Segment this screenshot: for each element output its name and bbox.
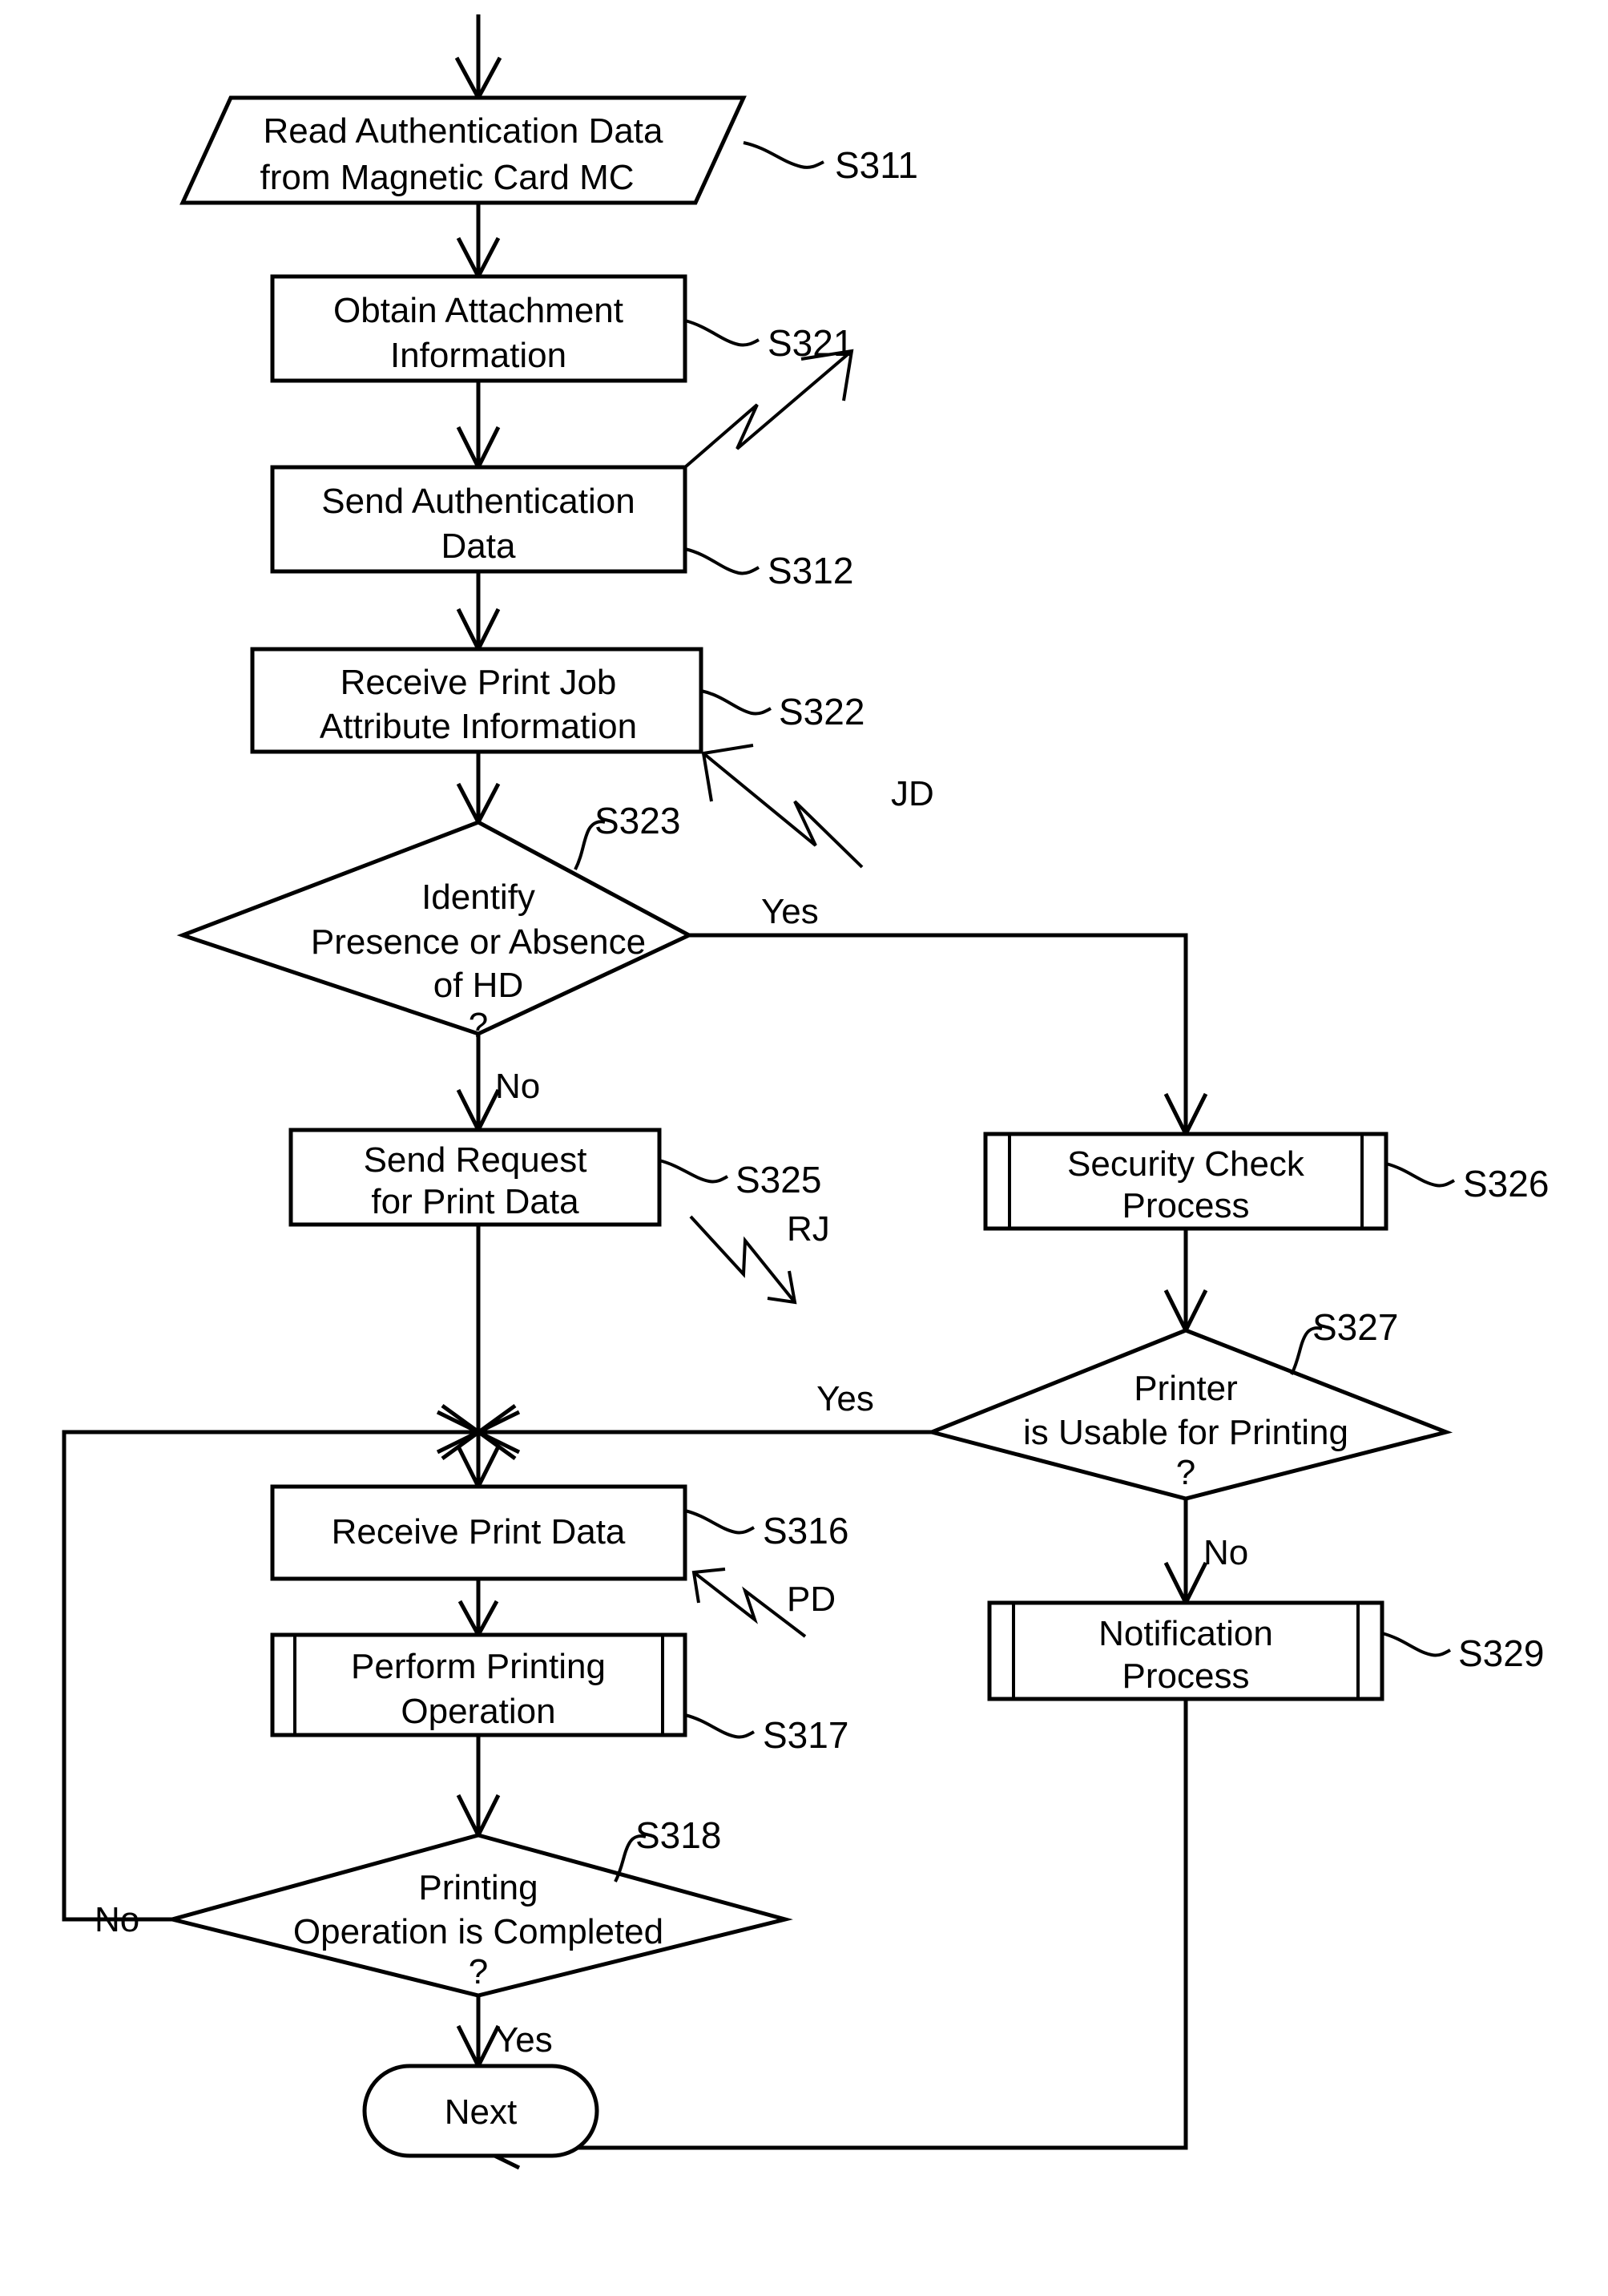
edge-s325-s316 bbox=[456, 1225, 501, 1491]
node-next-label: Next bbox=[445, 2092, 517, 2132]
step-ref-s325-label: S325 bbox=[735, 1159, 821, 1200]
step-ref-s323-label: S323 bbox=[594, 800, 680, 841]
node-s329-line-0: Notification bbox=[1098, 1614, 1273, 1653]
edge-s317-s318 bbox=[456, 1735, 501, 1840]
step-ref-s316: S316 bbox=[684, 1509, 848, 1552]
branch-label-s318-no: No bbox=[95, 1900, 139, 1939]
node-s316-line-0: Receive Print Data bbox=[332, 1512, 626, 1552]
step-ref-s329: S329 bbox=[1381, 1632, 1544, 1674]
branch-label-s327-yes: Yes bbox=[816, 1379, 874, 1418]
node-s329[interactable]: Notification Process bbox=[987, 1600, 1384, 1701]
node-s327-line-0: Printer bbox=[1134, 1369, 1238, 1408]
edge-s318-yes-next bbox=[456, 1995, 501, 2071]
node-s326[interactable]: Security Check Process bbox=[983, 1132, 1388, 1231]
node-s325-line-1: for Print Data bbox=[371, 1182, 579, 1221]
node-s321[interactable]: Obtain Attachment Information bbox=[270, 274, 687, 383]
edge-s327-no-s329 bbox=[1163, 1499, 1208, 1608]
edge-s316-s317 bbox=[457, 1579, 499, 1640]
step-ref-s322-label: S322 bbox=[779, 691, 864, 732]
node-s322[interactable]: Receive Print Job Attribute Information bbox=[250, 647, 703, 754]
node-s312-line-1: Data bbox=[441, 527, 516, 566]
flowchart-svg: Read Authentication Data from Magnetic C… bbox=[62, 14, 1549, 2170]
branch-label-s323-no: No bbox=[495, 1067, 540, 1106]
step-ref-s327-label: S327 bbox=[1312, 1306, 1398, 1348]
node-s312[interactable]: Send Authentication Data bbox=[270, 465, 687, 574]
bolt-arrow-jd: JD bbox=[701, 744, 934, 869]
branch-label-s327-no: No bbox=[1203, 1533, 1248, 1572]
edge-s312-s322 bbox=[456, 571, 501, 654]
edge-s322-s323 bbox=[456, 752, 501, 827]
step-ref-s316-label: S316 bbox=[763, 1510, 848, 1552]
node-s323-line-1: Presence or Absence bbox=[311, 922, 646, 962]
step-ref-s329-label: S329 bbox=[1458, 1632, 1544, 1674]
node-s322-line-1: Attribute Information bbox=[320, 707, 637, 746]
node-s317[interactable]: Perform Printing Operation bbox=[270, 1632, 687, 1737]
step-ref-s318: S318 bbox=[614, 1814, 721, 1882]
edge-s323-yes-s326 bbox=[689, 933, 1208, 1139]
step-ref-s327: S327 bbox=[1290, 1306, 1398, 1375]
node-s312-line-0: Send Authentication bbox=[321, 482, 635, 521]
flowchart-canvas: Read Authentication Data from Magnetic C… bbox=[0, 0, 1608, 2296]
step-ref-s317-label: S317 bbox=[763, 1714, 848, 1756]
bolt-arrow-pd: PD bbox=[691, 1568, 836, 1638]
step-ref-s322: S322 bbox=[700, 689, 864, 732]
node-s327[interactable]: Printer is Usable for Printing ? bbox=[925, 1328, 1453, 1501]
data-label-jd: JD bbox=[891, 774, 934, 813]
step-ref-s311-label: S311 bbox=[835, 144, 918, 186]
node-s317-line-1: Operation bbox=[401, 1692, 555, 1731]
node-s322-line-0: Receive Print Job bbox=[341, 663, 617, 702]
node-s325[interactable]: Send Request for Print Data bbox=[288, 1128, 662, 1227]
node-s326-line-1: Process bbox=[1122, 1186, 1250, 1225]
node-next-terminator[interactable]: Next bbox=[362, 2064, 599, 2158]
node-s323[interactable]: Identify Presence or Absence of HD ? bbox=[176, 820, 694, 1045]
node-s318-line-2: ? bbox=[469, 1952, 488, 1991]
step-ref-s312-label: S312 bbox=[768, 550, 853, 591]
step-ref-s323: S323 bbox=[574, 800, 680, 870]
node-s317-line-0: Perform Printing bbox=[351, 1647, 606, 1686]
node-s318-line-0: Printing bbox=[418, 1868, 538, 1907]
node-s318[interactable]: Printing Operation is Completed ? bbox=[164, 1833, 793, 1998]
data-label-pd: PD bbox=[787, 1580, 836, 1619]
step-ref-s326: S326 bbox=[1385, 1162, 1549, 1204]
bolt-arrow-s321 bbox=[683, 349, 854, 469]
node-s311-line-0: Read Authentication Data bbox=[263, 111, 663, 151]
node-s323-line-2: of HD bbox=[433, 966, 523, 1005]
node-s311-line-1: from Magnetic Card MC bbox=[260, 158, 634, 197]
node-s326-line-0: Security Check bbox=[1067, 1144, 1305, 1184]
step-ref-s312: S312 bbox=[684, 547, 853, 591]
node-s327-line-1: is Usable for Printing bbox=[1023, 1413, 1348, 1452]
entry-arrow bbox=[454, 14, 502, 103]
node-s311[interactable]: Read Authentication Data from Magnetic C… bbox=[179, 95, 747, 205]
node-s329-line-1: Process bbox=[1122, 1656, 1250, 1696]
edge-s326-s327 bbox=[1163, 1229, 1208, 1335]
node-s323-line-0: Identify bbox=[421, 878, 535, 917]
data-label-rj: RJ bbox=[787, 1209, 830, 1249]
step-ref-s326-label: S326 bbox=[1463, 1163, 1549, 1204]
step-ref-s318-label: S318 bbox=[635, 1814, 721, 1856]
edge-s323-no-s325 bbox=[456, 1034, 501, 1135]
node-s321-line-1: Information bbox=[390, 336, 566, 375]
node-s316[interactable]: Receive Print Data bbox=[270, 1484, 687, 1581]
node-s327-line-2: ? bbox=[1176, 1453, 1195, 1492]
branch-label-s318-yes: Yes bbox=[495, 2020, 553, 2060]
edge-s321-s312 bbox=[456, 381, 501, 472]
step-ref-s317: S317 bbox=[684, 1713, 848, 1756]
node-s323-line-3: ? bbox=[469, 1006, 488, 1045]
edge-s311-s321 bbox=[456, 203, 501, 281]
step-ref-s325: S325 bbox=[659, 1159, 821, 1200]
step-ref-s321: S321 bbox=[684, 319, 853, 364]
step-ref-s311: S311 bbox=[743, 141, 918, 186]
node-s325-line-0: Send Request bbox=[364, 1140, 587, 1180]
node-s318-line-1: Operation is Completed bbox=[293, 1912, 663, 1951]
bolt-arrow-rj: RJ bbox=[689, 1209, 830, 1305]
branch-label-s323-yes: Yes bbox=[761, 892, 819, 931]
node-s321-line-0: Obtain Attachment bbox=[333, 291, 623, 330]
